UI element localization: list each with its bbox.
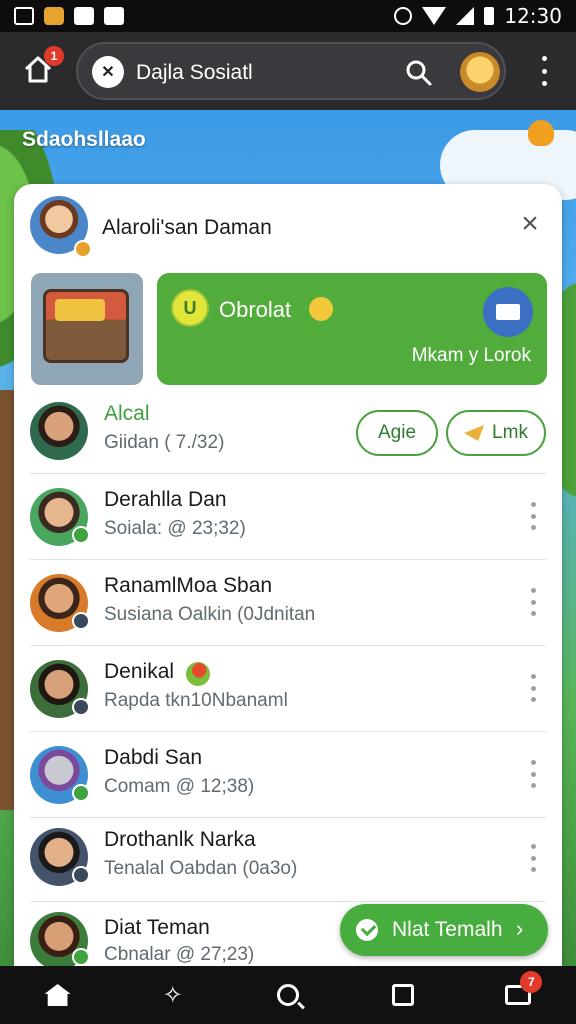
check-icon bbox=[104, 7, 124, 25]
row-more-button[interactable] bbox=[528, 844, 538, 872]
search-icon bbox=[406, 60, 432, 86]
more-vert-icon bbox=[541, 56, 547, 61]
row-more-button[interactable] bbox=[528, 588, 538, 616]
row-more-button[interactable] bbox=[528, 760, 538, 788]
list-item[interactable]: RanamlMoa Sban Susiana Oalkin (0Jdnitan bbox=[14, 560, 562, 646]
app-logo-icon: ✕ bbox=[92, 56, 124, 88]
status-left-icons bbox=[14, 7, 124, 25]
nav-explore[interactable]: ✧ bbox=[153, 975, 193, 1015]
friend-status: Susiana Oalkin (0Jdnitan bbox=[104, 604, 316, 625]
list-item[interactable]: Dabdi San Comam @ 12;38) bbox=[14, 732, 562, 818]
nav-search[interactable] bbox=[268, 975, 308, 1015]
list-item[interactable]: Alcal Giidan ( 7./32) Agie Lmk bbox=[14, 388, 562, 474]
home-icon bbox=[44, 984, 71, 1006]
list-item[interactable]: Drothanlk Narka Tenalal Oabdan (0a3o) bbox=[14, 816, 562, 902]
agree-label: Agie bbox=[377, 422, 417, 443]
promo-title: Obrolat bbox=[219, 297, 292, 322]
square-icon bbox=[392, 984, 415, 1006]
nav-recent[interactable] bbox=[383, 975, 423, 1015]
friend-name: RanamlMoa Sban bbox=[104, 574, 273, 597]
friend-status: Rapda tkn10Nbanaml bbox=[104, 690, 288, 711]
search-button[interactable] bbox=[404, 58, 434, 88]
status-badge-icon bbox=[72, 698, 90, 716]
status-time: 12:30 bbox=[504, 4, 562, 28]
next-friend-button[interactable]: Nlat Temalh › bbox=[340, 904, 548, 956]
search-bar[interactable]: ✕ Dajla Sosiatl bbox=[76, 42, 506, 100]
check-icon bbox=[356, 919, 378, 941]
online-badge-icon bbox=[72, 948, 90, 966]
star-icon bbox=[464, 425, 485, 441]
more-vert-icon bbox=[530, 502, 536, 507]
avatar bbox=[30, 402, 88, 460]
friends-card: Alaroli'san Daman × U Obrolat Mkam y Lor… bbox=[14, 184, 562, 966]
search-icon bbox=[276, 984, 299, 1006]
next-button-label: Nlat Temalh bbox=[392, 918, 503, 941]
sparkle-icon: ✧ bbox=[162, 981, 183, 1009]
camera-icon bbox=[74, 7, 94, 25]
fruit-icon bbox=[186, 662, 210, 686]
friend-name: Dabdi San bbox=[104, 746, 203, 769]
link-button[interactable]: Lmk bbox=[446, 410, 546, 456]
more-vert-icon bbox=[530, 844, 536, 849]
bottom-navigation: ✧ 7 bbox=[0, 966, 576, 1024]
friend-name: Derahlla Dan bbox=[104, 488, 227, 511]
friend-status: Tenalal Oabdan (0a3o) bbox=[104, 858, 298, 879]
more-vert-icon bbox=[530, 588, 536, 593]
list-item[interactable]: Derahlla Dan Soiala: @ 23;32) bbox=[14, 474, 562, 560]
online-badge-icon bbox=[72, 784, 90, 802]
status-badge-icon bbox=[72, 612, 90, 630]
home-button[interactable]: 1 bbox=[18, 46, 64, 90]
bag-icon bbox=[44, 7, 64, 25]
notification-bell-icon[interactable] bbox=[528, 120, 554, 146]
friend-name: Drothanlk Narka bbox=[104, 828, 256, 851]
status-bar: 12:30 bbox=[0, 0, 576, 32]
home-badge: 1 bbox=[44, 46, 64, 66]
row-more-button[interactable] bbox=[528, 674, 538, 702]
card-header: Alaroli'san Daman × bbox=[14, 184, 562, 270]
row-more-button[interactable] bbox=[528, 502, 538, 530]
list-item[interactable]: Denikal Rapda tkn10Nbanaml bbox=[14, 646, 562, 732]
friend-status: Comam @ 12;38) bbox=[104, 776, 255, 797]
status-badge-icon bbox=[72, 866, 90, 884]
chevron-right-icon: › bbox=[516, 916, 524, 941]
friend-name: Diat Teman bbox=[104, 916, 210, 939]
app-title: Dajla Sosiatl bbox=[136, 61, 253, 84]
more-options-button[interactable] bbox=[536, 56, 552, 86]
chat-promo-card[interactable]: U Obrolat Mkam y Lorok bbox=[157, 273, 547, 385]
wifi-icon bbox=[422, 7, 447, 25]
chest-image[interactable] bbox=[31, 273, 143, 385]
app-header: 1 ✕ Dajla Sosiatl bbox=[0, 32, 576, 110]
promo-subtitle: Mkam y Lorok bbox=[411, 345, 531, 366]
alarm-icon bbox=[394, 7, 413, 25]
friend-name: Denikal bbox=[104, 660, 175, 683]
scene-title: Sdaohsllaao bbox=[22, 128, 146, 151]
agree-button[interactable]: Agie bbox=[356, 410, 438, 456]
card-header-name: Alaroli'san Daman bbox=[102, 216, 272, 239]
emoji-icon: U bbox=[171, 289, 209, 327]
screen-icon bbox=[14, 7, 34, 25]
friend-status: Giidan ( 7./32) bbox=[104, 432, 225, 453]
more-vert-icon bbox=[530, 760, 536, 765]
friend-name: Alcal bbox=[104, 402, 150, 425]
signal-icon bbox=[456, 7, 475, 25]
profile-avatar[interactable] bbox=[460, 52, 500, 92]
friend-status: Soiala: @ 23;32) bbox=[104, 518, 246, 539]
close-icon[interactable]: × bbox=[514, 208, 546, 240]
online-badge-icon bbox=[72, 526, 90, 544]
chest-lid bbox=[55, 299, 105, 321]
nav-badge: 7 bbox=[520, 971, 543, 993]
mail-icon bbox=[496, 304, 520, 320]
nav-stack[interactable]: 7 bbox=[498, 971, 543, 1015]
more-vert-icon bbox=[530, 674, 536, 679]
level-badge-icon bbox=[74, 240, 92, 258]
mail-button[interactable] bbox=[483, 287, 533, 337]
status-right-icons: 12:30 bbox=[394, 4, 562, 28]
friend-status: Cbnalar @ 27;23) bbox=[104, 944, 255, 965]
nav-home[interactable] bbox=[38, 975, 78, 1015]
battery-icon bbox=[484, 7, 495, 25]
link-label: Lmk bbox=[492, 422, 528, 443]
smile-icon bbox=[309, 297, 333, 321]
